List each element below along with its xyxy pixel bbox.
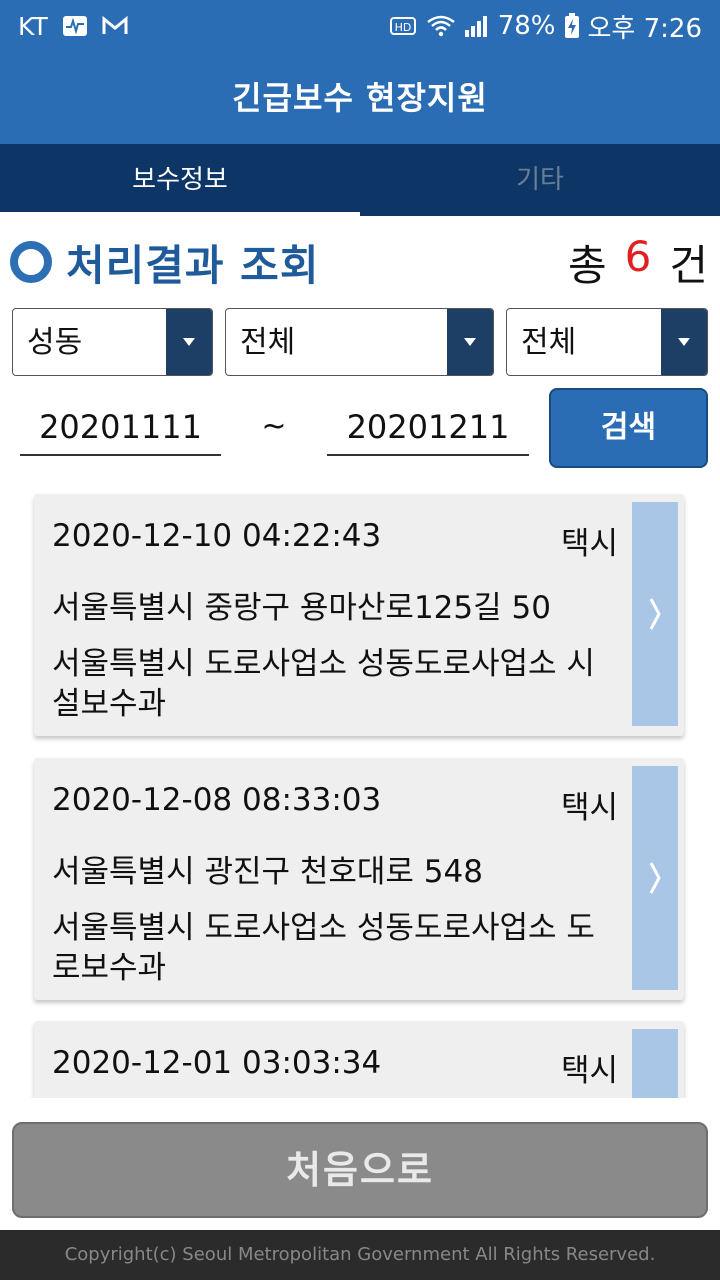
total-prefix: 총 <box>567 241 607 290</box>
total-suffix: 건 <box>669 241 708 290</box>
start-date-field[interactable]: 20201111 <box>20 398 221 456</box>
category-select-value: 전체 <box>240 325 296 360</box>
battery-percent: 78% <box>497 11 556 41</box>
battery-charging-icon <box>564 13 580 39</box>
result-datetime: 2020-12-10 04:22:43 <box>52 518 382 554</box>
district-select-value: 성동 <box>27 325 83 360</box>
result-org: 서울특별시 도로사업소 성동도로사업소 시설보수과 <box>52 646 595 722</box>
chevron-right-icon[interactable] <box>632 1029 678 1098</box>
hd-voice-label: HD <box>394 21 411 34</box>
date-range-separator: ~ <box>261 409 287 444</box>
result-datetime: 2020-12-08 08:33:03 <box>52 782 382 818</box>
wifi-icon <box>426 14 456 38</box>
result-type: 택시 <box>560 790 618 826</box>
tab-bar: 보수정보 기타 <box>0 144 720 216</box>
chevron-down-icon[interactable] <box>661 309 707 375</box>
chevron-down-icon[interactable] <box>447 309 493 375</box>
pulse-app-icon <box>62 15 88 37</box>
status-select[interactable]: 전체 <box>506 308 708 376</box>
status-right: HD 78% 오후 7:26 <box>389 10 703 44</box>
chevron-down-icon[interactable] <box>166 309 212 375</box>
mail-app-icon <box>102 15 128 37</box>
district-select[interactable]: 성동 <box>12 308 213 376</box>
tab-etc[interactable]: 기타 <box>360 144 720 216</box>
title-row: 처리결과 조회 총 6 건 <box>0 226 720 296</box>
app-title: 긴급보수 현장지원 <box>232 79 488 117</box>
end-date-field[interactable]: 20201211 <box>327 398 529 456</box>
status-select-value: 전체 <box>521 325 577 360</box>
status-bar: KT HD 78% 오후 7:26 <box>0 0 720 52</box>
signal-icon <box>464 14 490 38</box>
home-button[interactable]: 처음으로 <box>12 1122 708 1218</box>
total-count: 총 6 건 <box>568 232 708 293</box>
total-number: 6 <box>624 232 652 281</box>
result-address: 서울특별시 중랑구 용마산로125길 50 <box>52 590 551 626</box>
clock: 오후 7:26 <box>587 13 703 44</box>
hd-voice-icon: HD <box>389 16 418 36</box>
carrier-label: KT <box>18 11 48 41</box>
list-item[interactable]: 2020-12-08 08:33:03 택시 서울특별시 광진구 천호대로 54… <box>34 758 684 1000</box>
chevron-right-icon[interactable] <box>632 766 678 990</box>
status-left: KT <box>18 10 128 42</box>
page-title: 처리결과 조회 <box>66 241 320 290</box>
circle-bullet-icon <box>10 241 52 283</box>
list-item[interactable]: 2020-12-01 03:03:34 택시 <box>34 1021 684 1098</box>
result-address: 서울특별시 광진구 천호대로 548 <box>52 854 483 890</box>
result-org: 서울특별시 도로사업소 성동도로사업소 도로보수과 <box>52 910 595 986</box>
result-list[interactable]: 2020-12-10 04:22:43 택시 서울특별시 중랑구 용마산로125… <box>0 480 720 1098</box>
copyright-footer: Copyright(c) Seoul Metropolitan Governme… <box>0 1230 720 1280</box>
list-item[interactable]: 2020-12-10 04:22:43 택시 서울특별시 중랑구 용마산로125… <box>34 494 684 736</box>
result-type: 택시 <box>560 526 618 562</box>
result-type: 택시 <box>560 1053 618 1089</box>
tab-repair-info[interactable]: 보수정보 <box>0 144 360 216</box>
search-button[interactable]: 검색 <box>549 388 708 468</box>
category-select[interactable]: 전체 <box>225 308 494 376</box>
chevron-right-icon[interactable] <box>632 502 678 726</box>
app-bar: 긴급보수 현장지원 <box>0 52 720 144</box>
result-datetime: 2020-12-01 03:03:34 <box>52 1045 382 1081</box>
